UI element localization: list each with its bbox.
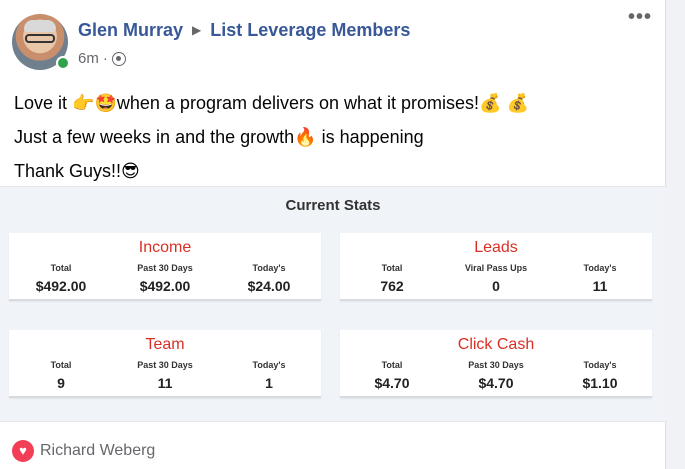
- star-struck-emoji-icon: 🤩: [94, 93, 117, 113]
- stat-col: Past 30 Days $4.70: [444, 360, 548, 391]
- stat-label: Total: [50, 360, 72, 370]
- stat-col: Past 30 Days $492.00: [113, 263, 217, 294]
- stat-col: Today's $24.00: [217, 263, 321, 294]
- message-line-1: Love it 👉🤩when a program delivers on wha…: [14, 86, 529, 120]
- stats-title: Current Stats: [285, 197, 381, 214]
- stat-col: Today's 11: [548, 263, 652, 294]
- more-options-icon[interactable]: •••: [628, 7, 652, 27]
- stat-value: 1: [265, 375, 273, 391]
- stat-value: 9: [57, 375, 65, 391]
- stat-card-title: Click Cash: [457, 336, 535, 353]
- stat-col: Today's $1.10: [548, 360, 652, 391]
- post-author-line: Glen Murray ▶ List Leverage Members: [78, 20, 410, 41]
- stat-card-income: Income Total $492.00 Past 30 Days $492.00 …: [9, 233, 321, 301]
- text-segment: is happening: [316, 127, 424, 147]
- text-segment: Thank Guys!!: [14, 161, 122, 181]
- stat-value: $1.10: [582, 375, 618, 391]
- stat-card-leads: Leads Total 762 Viral Pass Ups 0 Today's 11: [340, 233, 652, 301]
- stat-label: Today's: [583, 360, 617, 370]
- post-header: Glen Murray ▶ List Leverage Members 6m ·: [12, 12, 652, 70]
- audience-group-icon[interactable]: [111, 51, 126, 66]
- avatar-hair: [24, 20, 56, 32]
- text-segment: when a program delivers on what it promi…: [116, 93, 480, 113]
- stat-label: Viral Pass Ups: [464, 263, 528, 273]
- stat-card-team: Team Total 9 Past 30 Days 11 Today's 1: [9, 330, 321, 398]
- stat-card-click-cash: Click Cash Total $4.70 Past 30 Days $4.70 …: [340, 330, 652, 398]
- stat-value: 11: [157, 375, 173, 391]
- meta-separator: ·: [102, 50, 108, 67]
- stat-label: Today's: [252, 360, 286, 370]
- stat-value: $4.70: [374, 375, 410, 391]
- stat-label: Total: [381, 360, 403, 370]
- post-message: Love it 👉🤩when a program delivers on wha…: [14, 86, 529, 188]
- stat-value: 762: [380, 278, 404, 294]
- stat-col: Total 9: [9, 360, 113, 391]
- stat-value: 0: [492, 278, 500, 294]
- triangle-right-icon: ▶: [192, 23, 202, 37]
- stat-col: Past 30 Days 11: [113, 360, 217, 391]
- money-bag-emoji-icon: 💰: [479, 93, 502, 113]
- pointing-hand-emoji-icon: 👉: [72, 93, 95, 113]
- stat-card-title: Leads: [474, 239, 518, 256]
- sunglasses-emoji-icon: 😎: [121, 161, 140, 181]
- stat-value: $492.00: [35, 278, 87, 294]
- stat-value: $24.00: [247, 278, 291, 294]
- fire-emoji-icon: 🔥: [294, 127, 317, 147]
- post-card: Glen Murray ▶ List Leverage Members 6m ·…: [0, 0, 666, 469]
- stat-value: 11: [592, 278, 608, 294]
- stat-label: Total: [381, 263, 403, 273]
- post-timestamp[interactable]: 6m: [78, 50, 99, 67]
- stats-image[interactable]: Current Stats Income Total $492.00 Past 3…: [0, 186, 666, 422]
- stat-col: Viral Pass Ups 0: [444, 263, 548, 294]
- stat-label: Past 30 Days: [468, 360, 524, 370]
- stat-col: Today's 1: [217, 360, 321, 391]
- post-meta: 6m ·: [78, 50, 126, 67]
- stat-label: Past 30 Days: [137, 360, 193, 370]
- stat-label: Total: [50, 263, 72, 273]
- group-name-link[interactable]: List Leverage Members: [210, 20, 410, 40]
- stat-label: Today's: [583, 263, 617, 273]
- stat-label: Today's: [252, 263, 286, 273]
- stat-value: $492.00: [139, 278, 191, 294]
- love-reaction-icon: ♥: [12, 440, 34, 462]
- avatar-glasses: [25, 34, 55, 43]
- author-name-link[interactable]: Glen Murray: [78, 20, 183, 40]
- online-status-icon: [56, 56, 70, 70]
- stat-col: Total 762: [340, 263, 444, 294]
- reactions-bar[interactable]: ♥ Richard Weberg: [12, 440, 155, 462]
- stat-card-title: Income: [138, 239, 192, 256]
- text-segment: Just a few weeks in and the growth: [14, 127, 295, 147]
- stat-value: $4.70: [478, 375, 514, 391]
- stat-card-title: Team: [145, 336, 185, 353]
- message-line-3: Thank Guys!!😎: [14, 154, 529, 188]
- text-segment: Love it: [14, 93, 73, 113]
- stat-col: Total $4.70: [340, 360, 444, 391]
- reactor-name[interactable]: Richard Weberg: [40, 442, 155, 460]
- stat-label: Past 30 Days: [137, 263, 193, 273]
- message-line-2: Just a few weeks in and the growth🔥 is h…: [14, 120, 529, 154]
- money-bag-emoji-icon: 💰: [506, 93, 529, 113]
- stat-col: Total $492.00: [9, 263, 113, 294]
